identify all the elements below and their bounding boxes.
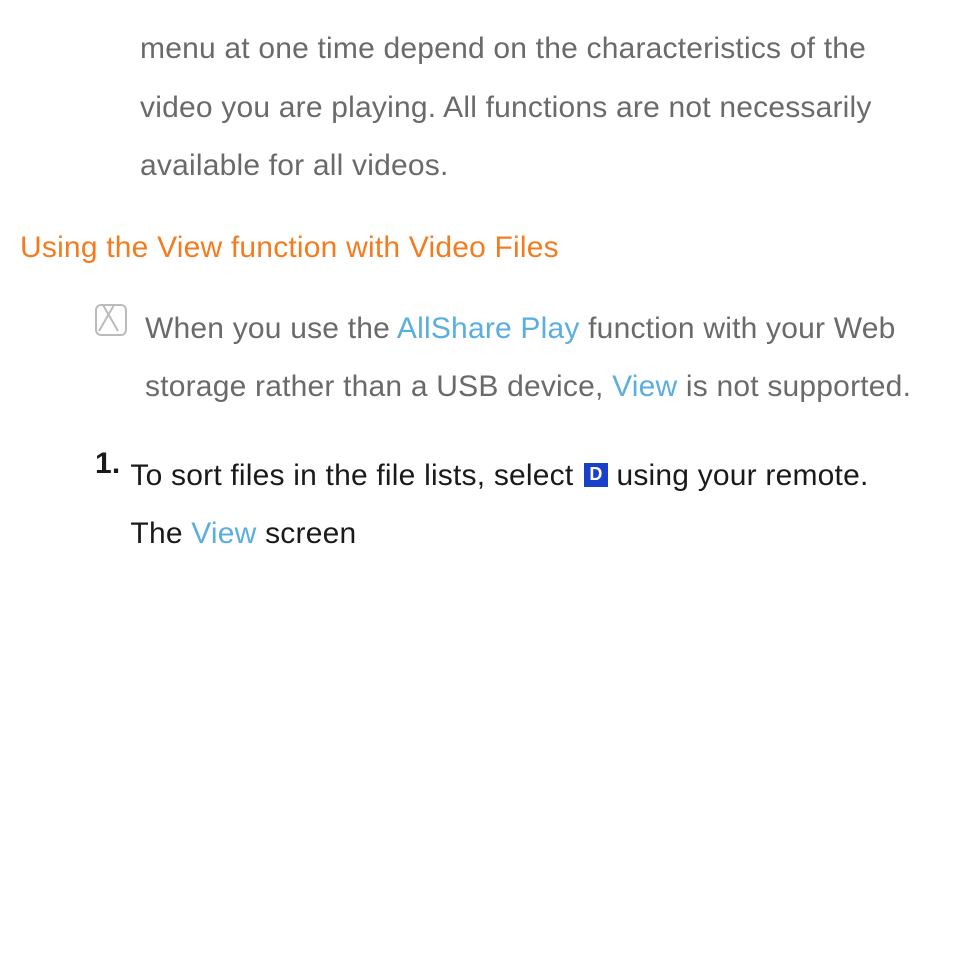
note-text: When you use the AllShare Play function … bbox=[145, 300, 914, 417]
step-1-text: To sort files in the file lists, select … bbox=[130, 447, 914, 564]
view-term-2: View bbox=[191, 517, 256, 550]
heading-text: Using the View function with Video Files bbox=[20, 231, 559, 264]
allshare-play-term: AllShare Play bbox=[397, 312, 580, 345]
step-1-block: 1. To sort files in the file lists, sele… bbox=[95, 447, 914, 564]
note-icon bbox=[95, 304, 127, 336]
intro-paragraph: menu at one time depend on the character… bbox=[140, 20, 914, 196]
note-part1: When you use the bbox=[145, 312, 397, 345]
view-term-1: View bbox=[612, 370, 677, 403]
step-1-number: 1. bbox=[95, 447, 120, 481]
step1-part3: screen bbox=[257, 517, 357, 550]
intro-text: menu at one time depend on the character… bbox=[140, 32, 872, 182]
note-block: When you use the AllShare Play function … bbox=[95, 300, 914, 417]
section-heading: Using the View function with Video Files bbox=[20, 231, 914, 265]
d-button-icon: D bbox=[584, 463, 608, 487]
step1-part1: To sort files in the file lists, select bbox=[130, 459, 582, 492]
note-part3: is not supported. bbox=[677, 370, 911, 403]
